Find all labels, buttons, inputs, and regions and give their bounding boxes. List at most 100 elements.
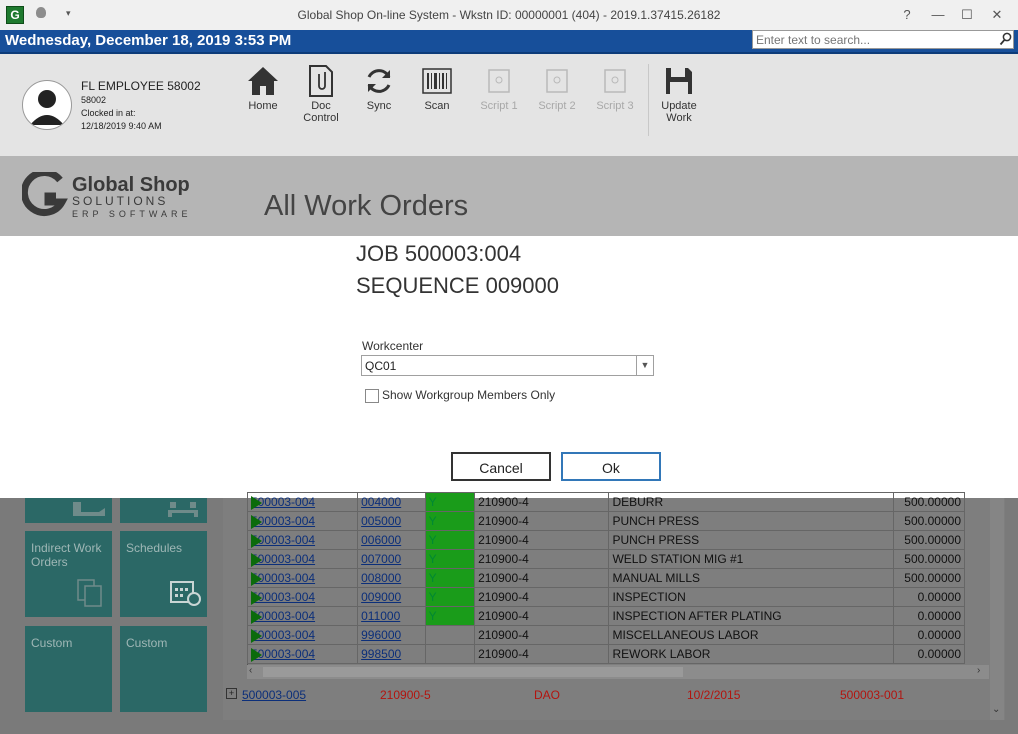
- script-3-button[interactable]: Script 3: [586, 62, 644, 112]
- sequence-link[interactable]: 996000: [357, 625, 426, 645]
- row-play-icon[interactable]: [251, 515, 262, 529]
- complete-flag: Y: [424, 549, 476, 569]
- script-1-button[interactable]: Script 1: [470, 62, 528, 112]
- job-link[interactable]: 500003-004: [246, 568, 359, 588]
- row-play-icon[interactable]: [251, 553, 262, 567]
- quantity: 500.00000: [892, 492, 966, 512]
- job-link[interactable]: 500003-004: [246, 625, 359, 645]
- script-icon: [470, 62, 528, 100]
- table-row[interactable]: 500003-004 996000 210900-4 MISCELLANEOUS LA…: [246, 625, 966, 645]
- table-row[interactable]: 500003-004 006000 Y 210900-4 PUNCH PRESS 500.…: [246, 530, 966, 550]
- sync-button[interactable]: Sync: [350, 62, 408, 112]
- table-row[interactable]: 500003-004 004000 Y 210900-4 DEBURR 500.00000: [246, 492, 966, 512]
- table-row[interactable]: 500003-004 011000 Y 210900-4 INSPECTION AFTE…: [246, 606, 966, 626]
- workcenter-description: REWORK LABOR: [608, 644, 894, 664]
- row-play-icon[interactable]: [251, 648, 262, 662]
- row-play-icon[interactable]: [251, 591, 262, 605]
- table-row[interactable]: 500003-004 005000 Y 210900-4 PUNCH PRESS 500.…: [246, 511, 966, 531]
- job-link[interactable]: 500003-004: [246, 587, 359, 607]
- search-icon[interactable]: [999, 32, 1013, 48]
- workgroup-members-label[interactable]: Show Workgroup Members Only: [382, 388, 555, 402]
- script-1-label: Script 1: [480, 100, 518, 112]
- job-link[interactable]: 500003-004: [246, 644, 359, 664]
- update-work-button[interactable]: Update Work: [650, 62, 708, 124]
- sequence-link[interactable]: 007000: [357, 549, 426, 569]
- ok-button[interactable]: Ok: [561, 452, 661, 481]
- table-row[interactable]: 500003-004 009000 Y 210900-4 INSPECTION 0.000…: [246, 587, 966, 607]
- part-number: 210900-4: [474, 587, 610, 607]
- sequence-link[interactable]: 008000: [357, 568, 426, 588]
- sequence-link[interactable]: 006000: [357, 530, 426, 550]
- job-link[interactable]: 500003-004: [246, 549, 359, 569]
- save-disk-icon: [650, 62, 708, 100]
- scroll-right-arrow[interactable]: ›: [977, 665, 980, 676]
- complete-flag: Y: [424, 606, 476, 626]
- tile-label-2: Orders: [31, 555, 68, 569]
- part-number: 210900-4: [474, 492, 610, 512]
- parent-customer: DAO: [534, 688, 561, 702]
- operations-table: 500003-004 004000 Y 210900-4 DEBURR 500.00000…: [246, 492, 966, 664]
- scroll-left-arrow[interactable]: ‹: [249, 665, 252, 676]
- scroll-thumb[interactable]: [263, 667, 683, 677]
- script-2-button[interactable]: Script 2: [528, 62, 586, 112]
- tile-top-right[interactable]: [120, 498, 207, 523]
- help-button[interactable]: ?: [895, 5, 919, 25]
- minimize-button[interactable]: —: [926, 5, 950, 25]
- complete-flag: Y: [424, 568, 476, 588]
- workcenter-description: DEBURR: [608, 492, 894, 512]
- clocked-label: Clocked in at:: [81, 108, 136, 118]
- table-row[interactable]: 500003-004 998500 210900-4 REWORK LABOR 0.00…: [246, 644, 966, 664]
- row-play-icon[interactable]: [251, 572, 262, 586]
- row-play-icon[interactable]: [251, 496, 262, 510]
- parent-date: 10/2/2015: [687, 688, 741, 702]
- sequence-number: SEQUENCE 009000: [356, 273, 559, 298]
- workgroup-members-checkbox[interactable]: [365, 389, 379, 403]
- current-datetime: Wednesday, December 18, 2019 3:53 PM: [5, 32, 292, 49]
- table-row[interactable]: 500003-004 007000 Y 210900-4 WELD STATION MI…: [246, 549, 966, 569]
- workcenter-select[interactable]: QC01 ▼: [361, 355, 654, 376]
- sequence-link[interactable]: 004000: [357, 492, 426, 512]
- document-clip-icon: [292, 62, 350, 100]
- sequence-link[interactable]: 009000: [357, 587, 426, 607]
- home-button[interactable]: Home: [234, 62, 292, 112]
- cancel-button[interactable]: Cancel: [451, 452, 551, 481]
- part-number: 210900-4: [474, 606, 610, 626]
- work-orders-grid: 500003-004 004000 Y 210900-4 DEBURR 500.00000…: [223, 492, 1005, 720]
- row-play-icon[interactable]: [251, 534, 262, 548]
- script-2-label: Script 2: [538, 100, 576, 112]
- page-header: Global Shop SOLUTIONS ERP SOFTWARE All W…: [0, 156, 1018, 236]
- row-play-icon[interactable]: [251, 629, 262, 643]
- tile-top-left[interactable]: [25, 498, 112, 523]
- scan-button[interactable]: Scan: [408, 62, 466, 112]
- search-input[interactable]: [752, 30, 1014, 49]
- custom-tile-1[interactable]: Custom: [25, 626, 112, 712]
- parent-job-link[interactable]: 500003-005: [242, 688, 306, 702]
- custom-tile-2[interactable]: Custom: [120, 626, 207, 712]
- job-link[interactable]: 500003-004: [246, 511, 359, 531]
- row-play-icon[interactable]: [251, 610, 262, 624]
- vertical-scrollbar[interactable]: ⌄: [990, 498, 1004, 720]
- custom-label-2: Custom: [126, 636, 168, 650]
- sequence-link[interactable]: 005000: [357, 511, 426, 531]
- calendar-icon: [169, 578, 201, 609]
- schedules-tile[interactable]: Schedules: [120, 531, 207, 617]
- schedules-label: Schedules: [126, 541, 183, 555]
- close-button[interactable]: ✕: [985, 5, 1009, 25]
- table-row[interactable]: 500003-004 008000 Y 210900-4 MANUAL MILLS 500…: [246, 568, 966, 588]
- chevron-down-icon[interactable]: ▼: [636, 356, 653, 375]
- maximize-button[interactable]: ☐: [955, 5, 979, 25]
- indirect-work-orders-tile[interactable]: Indirect Work Orders: [25, 531, 112, 617]
- expand-icon[interactable]: +: [226, 688, 237, 699]
- job-link[interactable]: 500003-004: [246, 606, 359, 626]
- sequence-link[interactable]: 998500: [357, 644, 426, 664]
- employee-name: FL EMPLOYEE 58002: [81, 79, 201, 93]
- doc-control-button[interactable]: Doc Control: [292, 62, 350, 124]
- parent-row[interactable]: + 500003-005 210900-5 DAO 10/2/2015 5000…: [223, 684, 1005, 704]
- quantity: 500.00000: [892, 568, 966, 588]
- job-link[interactable]: 500003-004: [246, 492, 359, 512]
- quantity: 0.00000: [892, 606, 966, 626]
- scroll-down-arrow[interactable]: ⌄: [992, 704, 1000, 715]
- horizontal-scrollbar[interactable]: ‹ ›: [247, 665, 989, 679]
- job-link[interactable]: 500003-004: [246, 530, 359, 550]
- sequence-link[interactable]: 011000: [357, 606, 426, 626]
